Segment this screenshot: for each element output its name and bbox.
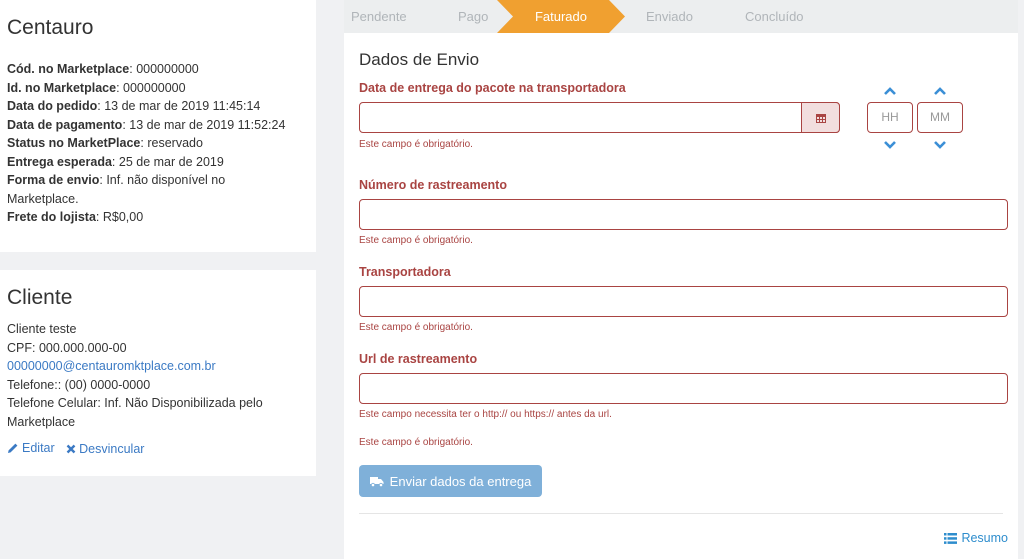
unlink-label: Desvincular — [79, 442, 145, 456]
client-cell: Telefone Celular: Inf. Não Disponibiliza… — [7, 396, 263, 429]
client-cpf: CPF: 000.000.000-00 — [7, 340, 127, 355]
calendar-button[interactable] — [801, 102, 840, 133]
store-field: Data do pedido: 13 de mar de 2019 11:45:… — [7, 99, 261, 113]
client-phone: Telefone:: (00) 0000-0000 — [7, 377, 151, 392]
store-field: Frete do lojista: R$0,00 — [7, 210, 144, 224]
calendar-icon — [815, 113, 826, 123]
resumo-label: Resumo — [961, 531, 1008, 545]
step-pago[interactable]: Pago — [458, 0, 488, 33]
tracking-number-input[interactable] — [359, 199, 1008, 230]
step-faturado-active[interactable]: Faturado — [497, 0, 625, 33]
store-panel: Centauro Cód. no Marketplace: 000000000 … — [0, 0, 316, 252]
store-field: Entrega esperada: 25 de mar de 2019 — [7, 154, 224, 169]
store-field: Id. no Marketplace: 000000000 — [7, 80, 186, 95]
step-faturado-label: Faturado — [534, 9, 588, 24]
unlink-link[interactable]: Desvincular — [66, 442, 148, 456]
shipping-form-panel: Dados de Envio Data de entrega do pacote… — [344, 33, 1018, 559]
date-label: Data de entrega do pacote na transportad… — [359, 81, 626, 95]
client-actions: Editar Desvincular — [7, 441, 309, 457]
tracking-label: Número de rastreamento — [359, 178, 507, 192]
url-format-error: Este campo necessita ter o http:// ou ht… — [359, 409, 612, 420]
store-field: Data de pagamento: 13 de mar de 2019 11:… — [7, 117, 286, 132]
date-input[interactable] — [359, 102, 840, 133]
client-title: Cliente — [7, 286, 73, 309]
tracking-error: Este campo é obrigatório. — [359, 235, 473, 246]
tracking-url-input[interactable] — [359, 373, 1008, 404]
carrier-label: Transportadora — [359, 265, 451, 279]
minute-down-chevron-icon[interactable] — [933, 140, 947, 150]
store-field: Forma de envio: Inf. não disponível no M… — [7, 173, 226, 206]
store-field: Status no MarketPlace: reservado — [7, 136, 203, 150]
edit-link[interactable]: Editar — [7, 441, 59, 455]
date-error: Este campo é obrigatório. — [359, 139, 473, 150]
carrier-error: Este campo é obrigatório. — [359, 322, 473, 333]
carrier-input[interactable] — [359, 286, 1008, 317]
truck-icon — [369, 476, 384, 487]
hour-input[interactable]: HH — [867, 102, 913, 133]
form-title: Dados de Envio — [359, 50, 480, 69]
order-status-stepper: Pendente Pago Faturado Enviado Concluído — [344, 0, 1018, 33]
hour-down-chevron-icon[interactable] — [883, 140, 897, 150]
close-icon — [66, 444, 76, 454]
store-field: Cód. no Marketplace: 000000000 — [7, 62, 199, 76]
send-shipping-data-button[interactable]: Enviar dados da entrega — [359, 465, 542, 497]
pencil-icon — [8, 443, 18, 453]
step-enviado[interactable]: Enviado — [646, 0, 693, 33]
edit-label: Editar — [22, 441, 55, 455]
url-label: Url de rastreamento — [359, 352, 478, 366]
resumo-link[interactable]: Resumo — [944, 531, 1008, 545]
send-button-label: Enviar dados da entrega — [389, 473, 532, 489]
client-name: Cliente teste — [7, 322, 77, 336]
hour-up-chevron-icon[interactable] — [883, 86, 897, 96]
step-pendente[interactable]: Pendente — [351, 0, 407, 33]
list-icon — [944, 532, 958, 544]
client-email-link[interactable]: 00000000@centauromktplace.com.br — [7, 357, 309, 376]
divider — [359, 513, 1003, 514]
minute-up-chevron-icon[interactable] — [933, 86, 947, 96]
url-required-error: Este campo é obrigatório. — [359, 437, 473, 448]
client-panel: Cliente Cliente teste CPF: 000.000.000-0… — [0, 270, 316, 476]
step-concluido[interactable]: Concluído — [745, 0, 804, 33]
store-title: Centauro — [7, 16, 94, 39]
minute-input[interactable]: MM — [917, 102, 963, 133]
